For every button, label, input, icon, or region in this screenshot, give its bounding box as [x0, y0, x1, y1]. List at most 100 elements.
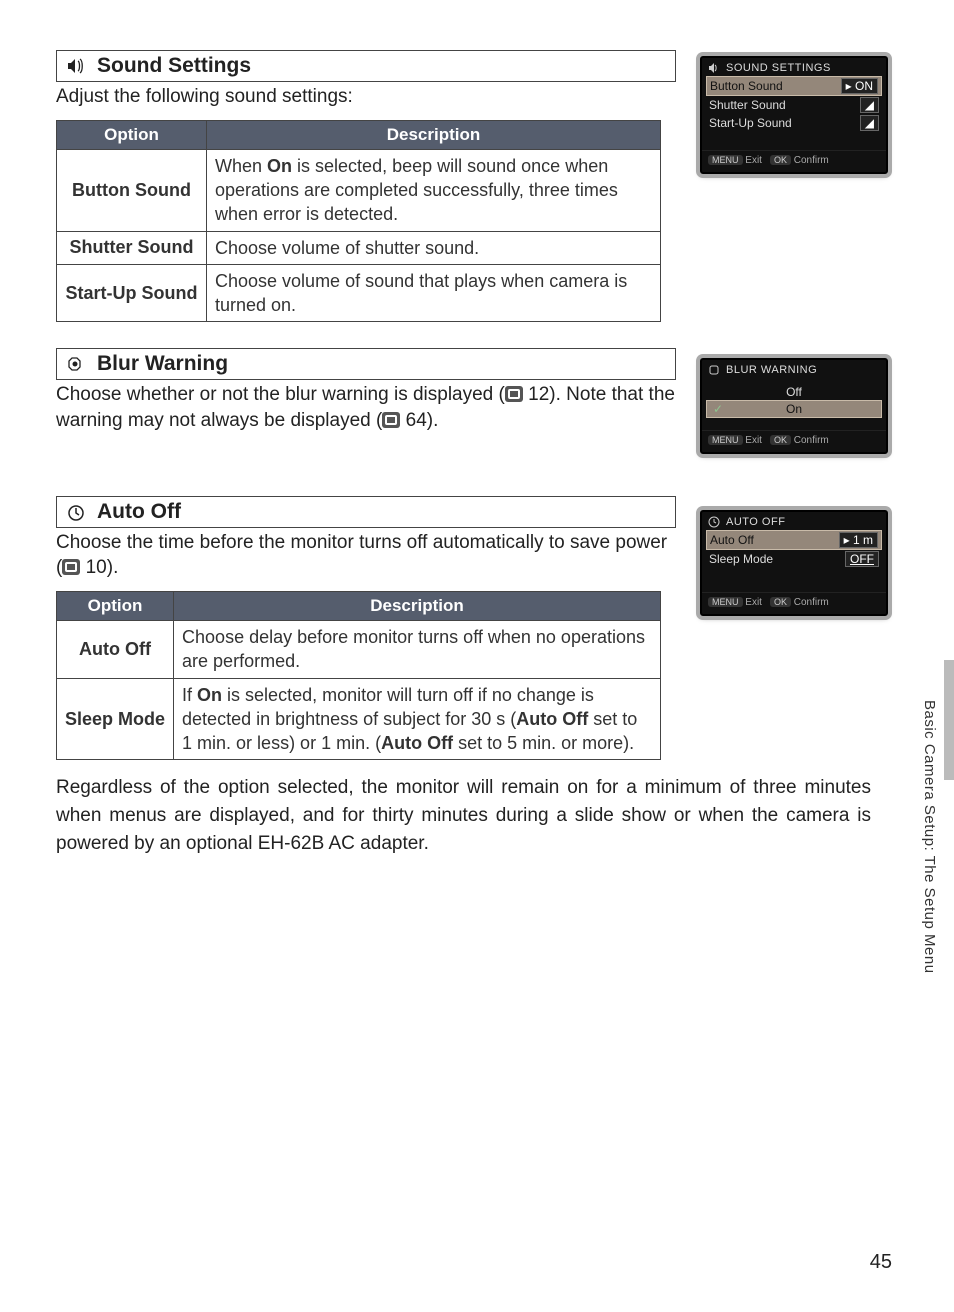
lcd-option-off[interactable]: Off — [706, 384, 882, 400]
table-row: Shutter Sound Choose volume of shutter s… — [57, 231, 661, 264]
lcd-title: AUTO OFF — [726, 516, 785, 528]
lcd-label: Button Sound — [710, 79, 783, 93]
opt-button-sound: Button Sound — [57, 149, 207, 231]
table-row: Start-Up Sound Choose volume of sound th… — [57, 264, 661, 322]
text: Choose whether or not the blur warning i… — [56, 384, 505, 405]
text: Choose the time before the monitor turns… — [56, 532, 667, 579]
autooff-intro: Choose the time before the monitor turns… — [56, 530, 676, 581]
blur-icon — [65, 355, 87, 373]
lcd-blur-warning: BLUR WARNING Off ✓ On MENU Exit OK Confi… — [700, 358, 888, 454]
ok-button-label: OK — [770, 597, 791, 607]
col-description: Description — [207, 120, 661, 149]
menu-button-label: MENU — [708, 597, 743, 607]
sound-options-table: Option Description Button Sound When On … — [56, 120, 661, 323]
lcd-label: Shutter Sound — [709, 98, 786, 112]
lcd-label: Auto Off — [710, 533, 754, 547]
desc-startup-sound: Choose volume of sound that plays when c… — [207, 264, 661, 322]
lcd-label: Sleep Mode — [709, 552, 773, 566]
lcd-footer: MENU Exit OK Confirm — [702, 592, 886, 614]
desc-auto-off: Choose delay before monitor turns off wh… — [174, 620, 661, 678]
opt-auto-off: Auto Off — [57, 620, 174, 678]
desc-shutter-sound: Choose volume of shutter sound. — [207, 231, 661, 264]
lcd-row-sleep-mode[interactable]: Sleep Mode OFF — [706, 550, 882, 568]
lcd-title-row: SOUND SETTINGS — [702, 58, 886, 76]
heading-blur-warning: Blur Warning — [56, 348, 676, 380]
text-bold: Auto Off — [516, 709, 588, 729]
text: Confirm — [794, 435, 829, 446]
speaker-icon — [65, 57, 87, 75]
table-row: Sleep Mode If On is selected, monitor wi… — [57, 678, 661, 760]
clock-icon — [65, 503, 87, 521]
text: set to 5 min. or more). — [453, 733, 634, 753]
sound-intro: Adjust the following sound settings: — [56, 84, 676, 110]
desc-button-sound: When On is selected, beep will sound onc… — [207, 149, 661, 231]
text: Confirm — [794, 155, 829, 166]
table-row: Auto Off Choose delay before monitor tur… — [57, 620, 661, 678]
col-option: Option — [57, 591, 174, 620]
lcd-row-shutter-sound[interactable]: Shutter Sound ◢ — [706, 96, 882, 114]
opt-sleep-mode: Sleep Mode — [57, 678, 174, 760]
heading-auto-off: Auto Off — [56, 496, 676, 528]
lcd-value: ▸ 1 m — [839, 532, 878, 548]
heading-text: Sound Settings — [97, 54, 251, 78]
page-ref-icon — [505, 386, 523, 402]
desc-sleep-mode: If On is selected, monitor will turn off… — [174, 678, 661, 760]
text: ON — [855, 79, 873, 93]
lcd-title: SOUND SETTINGS — [726, 62, 831, 74]
heading-text: Blur Warning — [97, 352, 228, 376]
section-side-label: Basic Camera Setup: The Setup Menu — [921, 700, 938, 1020]
lcd-row-button-sound[interactable]: Button Sound ▸ ON — [706, 76, 882, 96]
opt-shutter-sound: Shutter Sound — [57, 231, 207, 264]
text: 10). — [80, 557, 118, 578]
text-bold: On — [197, 685, 222, 705]
menu-button-label: MENU — [708, 435, 743, 445]
ok-button-label: OK — [770, 155, 791, 165]
lcd-value: ◢ — [860, 115, 879, 131]
lcd-row-auto-off[interactable]: Auto Off ▸ 1 m — [706, 530, 882, 550]
menu-button-label: MENU — [708, 155, 743, 165]
lcd-title-row: AUTO OFF — [702, 512, 886, 530]
check-icon: ✓ — [713, 402, 723, 416]
table-header-row: Option Description — [57, 120, 661, 149]
lcd-auto-off: AUTO OFF Auto Off ▸ 1 m Sleep Mode OFF M… — [700, 510, 888, 616]
heading-sound-settings: Sound Settings — [56, 50, 676, 82]
blur-text: Choose whether or not the blur warning i… — [56, 382, 676, 433]
autooff-options-table: Option Description Auto Off Choose delay… — [56, 591, 661, 760]
opt-startup-sound: Start-Up Sound — [57, 264, 207, 322]
lcd-footer: MENU Exit OK Confirm — [702, 430, 886, 452]
text: Exit — [745, 155, 762, 166]
clock-icon — [708, 516, 720, 528]
ok-button-label: OK — [770, 435, 791, 445]
lcd-value: ▸ ON — [841, 78, 878, 94]
text-bold: On — [267, 156, 292, 176]
lcd-label: Start-Up Sound — [709, 116, 792, 130]
text: 1 m — [853, 533, 873, 547]
col-description: Description — [174, 591, 661, 620]
table-header-row: Option Description — [57, 591, 661, 620]
col-option: Option — [57, 120, 207, 149]
speaker-icon — [708, 62, 720, 74]
page-ref-icon — [62, 559, 80, 575]
lcd-footer: MENU Exit OK Confirm — [702, 150, 886, 172]
page-number: 45 — [870, 1251, 892, 1274]
text: Exit — [745, 435, 762, 446]
text-bold: Auto Off — [381, 733, 453, 753]
table-row: Button Sound When On is selected, beep w… — [57, 149, 661, 231]
lcd-row-startup-sound[interactable]: Start-Up Sound ◢ — [706, 114, 882, 132]
thumb-tab — [944, 660, 954, 780]
autooff-note: Regardless of the option selected, the m… — [56, 774, 871, 857]
blur-icon — [708, 364, 720, 376]
lcd-option-on[interactable]: ✓ On — [706, 400, 882, 418]
text: Exit — [745, 597, 762, 608]
heading-text: Auto Off — [97, 500, 181, 524]
text: 64). — [400, 410, 438, 431]
page-ref-icon — [382, 412, 400, 428]
lcd-title-row: BLUR WARNING — [702, 360, 886, 378]
lcd-value: OFF — [845, 551, 879, 567]
text: If — [182, 685, 197, 705]
text: On — [786, 402, 802, 416]
text: Confirm — [794, 597, 829, 608]
text: 12). — [523, 384, 561, 405]
lcd-sound-settings: SOUND SETTINGS Button Sound ▸ ON Shutter… — [700, 56, 888, 174]
lcd-value: ◢ — [860, 97, 879, 113]
